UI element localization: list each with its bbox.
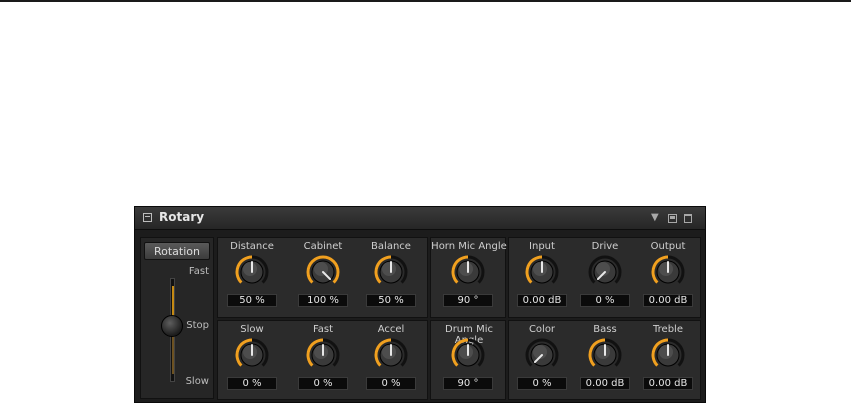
drive-knob-cell: Drive 0 % — [574, 238, 636, 318]
rotation-button[interactable]: Rotation — [144, 242, 210, 260]
top-border-line — [0, 0, 851, 2]
output-value[interactable]: 0.00 dB — [643, 294, 693, 307]
balance-knob-highlight — [382, 262, 396, 276]
treble-label: Treble — [653, 324, 683, 335]
distance-knob-highlight — [243, 262, 257, 276]
horn-mic-panel: Horn Mic Angle 90 ° — [430, 237, 507, 318]
horn_mic_angle-knob-highlight — [459, 262, 473, 276]
rotation-panel: Rotation Fast Stop Slow — [140, 237, 214, 399]
rotation-stop-label: Stop — [186, 320, 209, 331]
bass-knob-cell: Bass 0.00 dB — [574, 321, 636, 401]
bass-value[interactable]: 0.00 dB — [580, 377, 630, 390]
fast-knob[interactable] — [306, 338, 340, 372]
speed-panel: Slow 0 % Fast 0 % Accel 0 % — [217, 320, 428, 400]
output-label: Output — [650, 241, 686, 252]
accel-knob[interactable] — [374, 338, 408, 372]
accel-label: Accel — [377, 324, 405, 335]
drum-mic-panel: Drum Mic Angle 90 ° — [430, 320, 506, 400]
color-knob-cell: Color 0 % — [511, 321, 573, 401]
distance-label: Distance — [230, 241, 274, 252]
input-knob-cell: Input 0.00 dB — [511, 238, 573, 318]
horn-mic-angle-label: Horn Mic Angle — [431, 241, 507, 252]
menu-icon[interactable] — [143, 213, 152, 222]
color-knob[interactable] — [525, 338, 559, 372]
fast-knob-cell: Fast 0 % — [292, 321, 354, 401]
fast-label: Fast — [312, 324, 334, 335]
treble-knob-cell: Treble 0.00 dB — [637, 321, 699, 401]
fast-value[interactable]: 0 % — [298, 377, 348, 390]
input-label: Input — [529, 241, 555, 252]
bass-knob-highlight — [596, 345, 610, 359]
trash-icon[interactable] — [684, 214, 692, 223]
drive-value[interactable]: 0 % — [580, 294, 630, 307]
input-value[interactable]: 0.00 dB — [517, 294, 567, 307]
rotation-slow-label: Slow — [185, 376, 209, 387]
treble-knob-highlight — [659, 345, 673, 359]
dropdown-icon[interactable]: ▼ — [651, 212, 659, 224]
rotation-fast-label: Fast — [188, 266, 209, 277]
speaker-panel: Distance 50 % Cabinet 100 % Balance 50 % — [217, 237, 428, 318]
bass-knob[interactable] — [588, 338, 622, 372]
slow-value[interactable]: 0 % — [227, 377, 277, 390]
rotary-plugin-panel: Rotary ▼ Rotation Fast Stop Slow Distanc… — [134, 206, 706, 403]
horn-mic-angle-value[interactable]: 90 ° — [443, 294, 493, 307]
rotation-slider-fill-lower — [172, 336, 174, 374]
slow-label: Slow — [240, 324, 264, 335]
output-knob-highlight — [659, 262, 673, 276]
overdrive-panel: Input 0.00 dB Drive 0 % Output 0.00 dB — [508, 237, 701, 318]
cabinet-label: Cabinet — [303, 241, 343, 252]
save-icon[interactable] — [668, 214, 677, 223]
balance-knob[interactable] — [374, 255, 408, 289]
drive-label: Drive — [591, 241, 619, 252]
drum-mic-angle-knob[interactable] — [451, 338, 485, 372]
cabinet-knob[interactable] — [306, 255, 340, 289]
slow-knob-highlight — [243, 345, 257, 359]
accel-value[interactable]: 0 % — [366, 377, 416, 390]
distance-knob-cell: Distance 50 % — [221, 238, 283, 318]
plugin-title: Rotary — [159, 210, 205, 224]
slow-knob[interactable] — [235, 338, 269, 372]
cabinet-knob-cell: Cabinet 100 % — [292, 238, 354, 318]
input-knob[interactable] — [525, 255, 559, 289]
treble-knob[interactable] — [651, 338, 685, 372]
rotation-slider-thumb[interactable] — [161, 315, 183, 337]
color-label: Color — [528, 324, 556, 335]
output-knob[interactable] — [651, 255, 685, 289]
horn-mic-angle-knob[interactable] — [451, 255, 485, 289]
slow-knob-cell: Slow 0 % — [221, 321, 283, 401]
fast-knob-highlight — [314, 345, 328, 359]
accel-knob-highlight — [382, 345, 396, 359]
treble-value[interactable]: 0.00 dB — [643, 377, 693, 390]
bass-label: Bass — [593, 324, 617, 335]
output-knob-cell: Output 0.00 dB — [637, 238, 699, 318]
balance-label: Balance — [371, 241, 411, 252]
plugin-titlebar: Rotary ▼ — [135, 207, 705, 230]
drum-mic-angle-value[interactable]: 90 ° — [443, 377, 493, 390]
distance-knob[interactable] — [235, 255, 269, 289]
drum_mic_angle-knob-highlight — [459, 345, 473, 359]
input-knob-highlight — [533, 262, 547, 276]
balance-knob-cell: Balance 50 % — [360, 238, 422, 318]
balance-value[interactable]: 50 % — [366, 294, 416, 307]
color-value[interactable]: 0 % — [517, 377, 567, 390]
horn-mic-angle-knob-cell: Horn Mic Angle 90 ° — [431, 238, 507, 318]
drum-mic-angle-knob-cell: Drum Mic Angle 90 ° — [437, 321, 499, 401]
distance-value[interactable]: 50 % — [227, 294, 277, 307]
eq-panel: Color 0 % Bass 0.00 dB Treble 0.00 dB — [508, 320, 701, 400]
cabinet-value[interactable]: 100 % — [298, 294, 348, 307]
accel-knob-cell: Accel 0 % — [360, 321, 422, 401]
drive-knob[interactable] — [588, 255, 622, 289]
